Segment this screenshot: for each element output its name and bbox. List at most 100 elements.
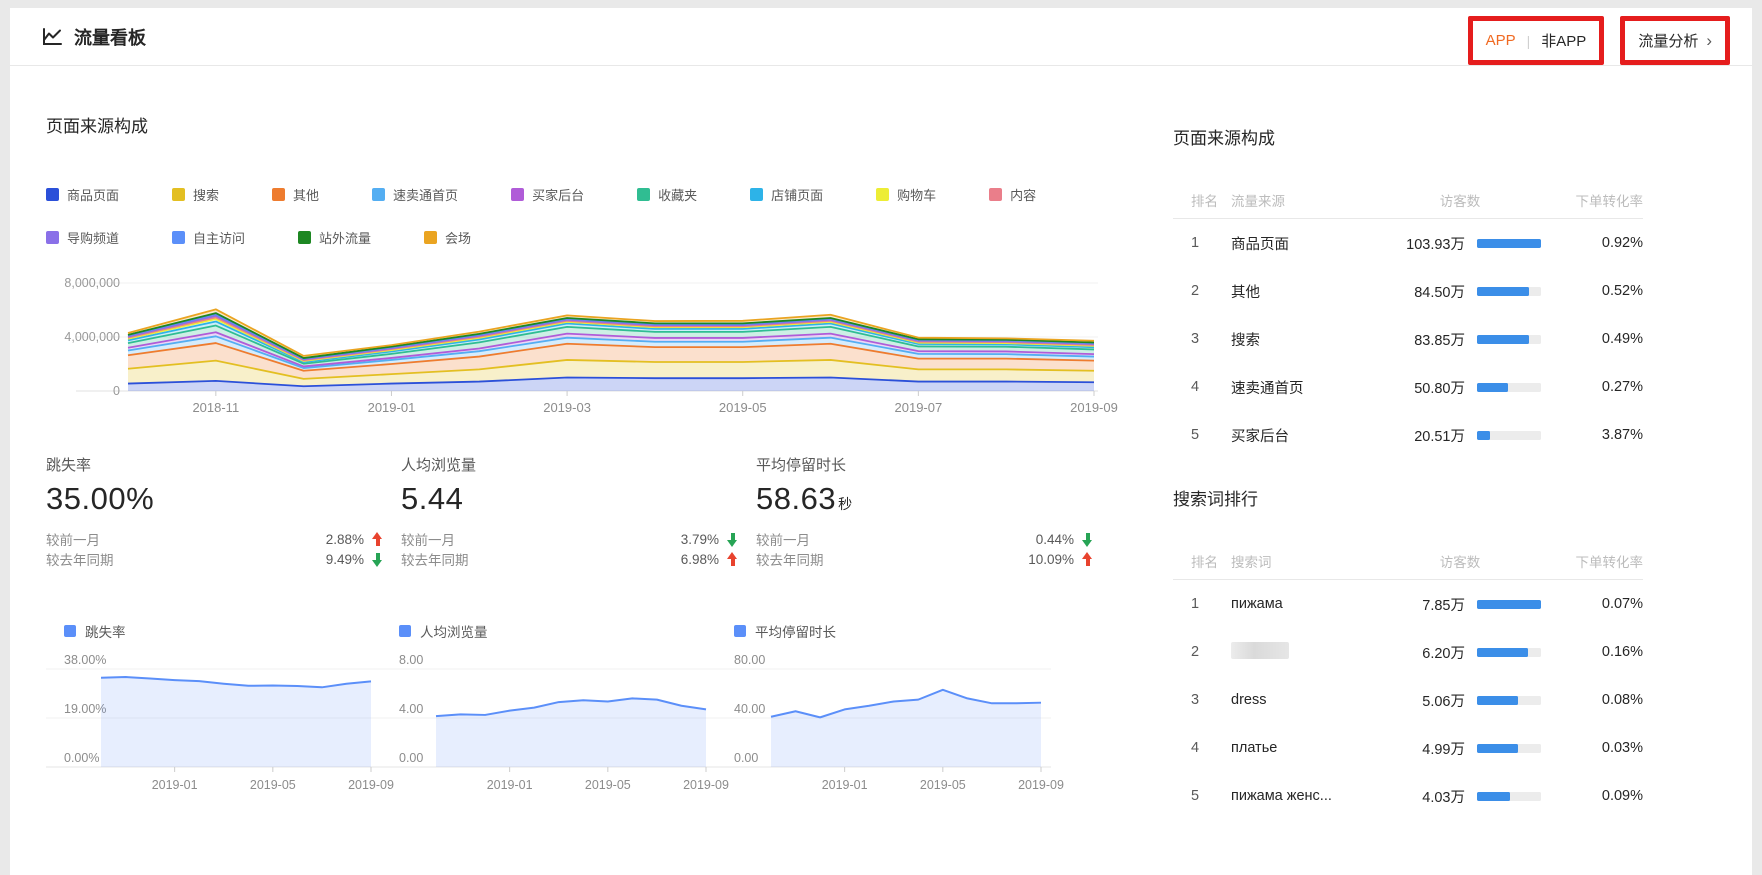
legend-item-label: 收藏夹 (658, 188, 698, 203)
svg-text:8.00: 8.00 (399, 653, 423, 667)
legend-item[interactable]: 商品页面 (46, 185, 119, 204)
mini-chart-legend[interactable]: 跳失率 (64, 621, 381, 641)
cell-bar (1465, 286, 1551, 296)
cell-conversion: 0.27% (1601, 379, 1643, 395)
app-toggle-option-app[interactable]: APP (1486, 32, 1516, 49)
cell-conversion: 0.07% (1601, 596, 1643, 612)
svg-text:2019-05: 2019-05 (250, 778, 296, 792)
table-row: 5 买家后台 20.51万 3.87% (1173, 411, 1643, 459)
svg-text:8,000,000: 8,000,000 (64, 276, 120, 290)
visitors-bar (1477, 599, 1541, 609)
cell-bar (1465, 695, 1551, 705)
comparison-row: 较去年同期 10.09% (756, 549, 1106, 569)
mini-chart-legend[interactable]: 人均浏览量 (399, 621, 716, 641)
legend-item[interactable]: 站外流量 (298, 228, 371, 247)
column-header-conversion: 下单转化率 (1575, 193, 1644, 209)
comparison-label: 较前一月 (401, 533, 455, 548)
comparison-row: 较前一月 3.79% (401, 529, 751, 549)
legend-item[interactable]: 会场 (424, 228, 471, 247)
svg-text:19.00%: 19.00% (64, 702, 106, 716)
visitors-bar (1477, 286, 1529, 296)
legend-item[interactable]: 自主访问 (172, 228, 245, 247)
page-source-table: 排名 流量来源 访客数 下单转化率 1 商品页面 103.93万 0.92% 2 其他 84.50万… (1173, 181, 1643, 459)
cell-rank: 2 (1191, 283, 1200, 299)
visitors-bar-track (1477, 430, 1541, 440)
legend-item[interactable]: 买家后台 (511, 185, 584, 204)
svg-text:2019-09: 2019-09 (1070, 400, 1118, 415)
cell-bar (1465, 430, 1551, 440)
title-group: 流量看板 (40, 24, 146, 50)
app-toggle: APP | 非APP (1486, 30, 1587, 51)
cell-visitors: 5.06万 (1422, 693, 1465, 710)
legend-item[interactable]: 收藏夹 (637, 185, 697, 204)
svg-text:38.00%: 38.00% (64, 653, 106, 667)
legend-item[interactable]: 导购频道 (46, 228, 119, 247)
comparison-row: 较去年同期 9.49% (46, 549, 396, 569)
mini-area-chart-svg: 0.00 40.00 80.00 2019-01 2019-05 2019-09 (716, 653, 1064, 792)
legend-swatch-icon (750, 188, 764, 201)
stacked-area-chart-svg: 0 4,000,000 8,000,000 2018-11 2019-01 2019-03… (64, 276, 1117, 415)
cell-name: 速卖通首页 (1231, 380, 1304, 397)
column-header-conversion: 下单转化率 (1575, 554, 1644, 570)
cell-visitors: 50.80万 (1414, 380, 1465, 397)
cell-conversion: 0.49% (1601, 331, 1643, 347)
visitors-bar (1477, 695, 1518, 705)
cell-bar (1465, 599, 1551, 609)
column-header-rank: 排名 (1191, 554, 1218, 570)
legend-item[interactable]: 速卖通首页 (372, 185, 458, 204)
table-header-row: 排名 流量来源 访客数 下单转化率 (1173, 181, 1643, 219)
kpi-card: 人均浏览量 5.44 较前一月 3.79% 较去年同期 6.98% (401, 454, 756, 569)
legend-item[interactable]: 购物车 (876, 185, 936, 204)
kpi-card: 平均停留时长 58.63 秒 较前一月 0.44% 较去年同期 10.09% (756, 454, 1111, 569)
comparison-label: 较去年同期 (401, 553, 469, 568)
cell-rank: 5 (1191, 427, 1200, 443)
kpi-unit: 秒 (838, 496, 853, 512)
mini-chart-title: 人均浏览量 (420, 625, 488, 640)
cell-rank: 5 (1191, 788, 1200, 804)
svg-text:4.00: 4.00 (399, 702, 423, 716)
cell-bar (1465, 743, 1551, 753)
column-header-visitors: 访客数 (1439, 554, 1481, 570)
trend-down-icon (1082, 532, 1093, 547)
comparison-row: 较前一月 2.88% (46, 529, 396, 549)
legend-item-label: 其他 (293, 188, 320, 203)
legend-item-label: 店铺页面 (771, 188, 824, 203)
cell-name: 其他 (1231, 284, 1260, 301)
legend-swatch-icon (511, 188, 525, 201)
visitors-bar-track (1477, 382, 1541, 392)
search-terms-table-title: 搜索词排行 (1173, 490, 1258, 509)
legend-swatch-icon (172, 188, 186, 201)
kpi-comparisons: 较前一月 3.79% 较去年同期 6.98% (401, 529, 756, 569)
page-source-section-title: 页面来源构成 (46, 117, 148, 136)
traffic-analysis-label: 流量分析 (1638, 33, 1699, 50)
mini-chart-legend[interactable]: 平均停留时长 (734, 621, 1051, 641)
column-header-source: 搜索词 (1231, 554, 1272, 570)
legend-item[interactable]: 内容 (989, 185, 1036, 204)
table-row: 2 6.20万 0.16% (1173, 628, 1643, 676)
cell-visitors: 103.93万 (1406, 236, 1465, 253)
cell-conversion: 0.09% (1601, 788, 1643, 804)
kpi-value-line: 35.00% (46, 481, 401, 517)
svg-text:0.00: 0.00 (734, 751, 758, 765)
comparison-label: 较去年同期 (46, 553, 114, 568)
kpi-value: 5.44 (401, 481, 464, 516)
comparison-label: 较前一月 (756, 533, 810, 548)
svg-text:2019-05: 2019-05 (585, 778, 631, 792)
chevron-right-icon: › (1706, 31, 1712, 50)
legend-item[interactable]: 搜索 (172, 185, 219, 204)
app-toggle-option-non-app[interactable]: 非APP (1541, 30, 1586, 51)
legend-item-label: 买家后台 (532, 188, 585, 203)
cell-name (1231, 641, 1369, 663)
kpi-card: 跳失率 35.00% 较前一月 2.88% 较去年同期 9.49% (46, 454, 401, 569)
cell-conversion: 0.16% (1601, 644, 1643, 660)
svg-text:2019-09: 2019-09 (1018, 778, 1064, 792)
legend-item[interactable]: 店铺页面 (750, 185, 823, 204)
cell-conversion: 0.52% (1601, 283, 1643, 299)
comparison-value: 0.44% (1035, 531, 1074, 547)
cell-bar (1465, 382, 1551, 392)
app-surface: 流量看板 APP | 非APP 流量分析 › 页面来源构成 商品页面 搜索 其他 速卖… (10, 8, 1752, 875)
legend-row: 商品页面 搜索 其他 速卖通首页 买家后台 收藏夹 店铺页面 购物车 内容 (46, 185, 1101, 204)
legend-item[interactable]: 其他 (272, 185, 319, 204)
traffic-analysis-link[interactable]: 流量分析 › (1638, 30, 1712, 51)
svg-text:40.00: 40.00 (734, 702, 765, 716)
